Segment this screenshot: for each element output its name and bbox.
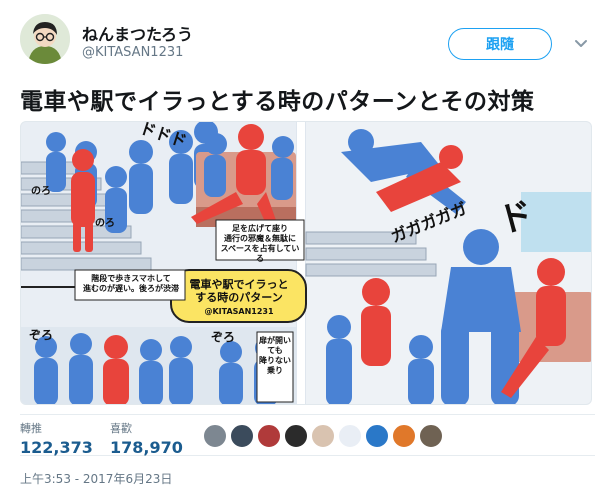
door-note: 扉が開いても 降りない乗り xyxy=(259,336,291,375)
manga-illustration xyxy=(21,122,591,404)
liker-avatar[interactable] xyxy=(365,424,389,448)
user-avatar[interactable] xyxy=(20,14,70,64)
like-count: 178,970 xyxy=(110,438,183,457)
follow-button[interactable]: 跟隨 xyxy=(448,28,552,60)
tweet-media-image[interactable]: ドドド のろ のろ 階段で歩きスマホして 進むのが遅い。後ろが渋滞 足を広げて座… xyxy=(20,121,592,405)
zoro-text-1: ぞろ xyxy=(29,328,54,342)
liker-avatar[interactable] xyxy=(203,424,227,448)
tweet-header: ねんまつたろう @KITASAN1231 跟隨 xyxy=(20,14,595,74)
display-name[interactable]: ねんまつたろう xyxy=(82,21,193,45)
retweet-count: 122,373 xyxy=(20,438,93,457)
stairs-note: 階段で歩きスマホして 進むのが遅い。後ろが渋滞 xyxy=(83,274,179,293)
noro-text-2: のろ xyxy=(95,218,115,229)
liker-avatar[interactable] xyxy=(392,424,416,448)
retweet-label: 轉推 xyxy=(20,422,42,435)
liker-avatar[interactable] xyxy=(284,424,308,448)
seat-note: 足を広げて座り 通行の邪魔＆無駄に スペースを占有している xyxy=(220,224,300,263)
tweet-timestamp[interactable]: 上午3:53 - 2017年6月23日 xyxy=(20,470,172,487)
liker-avatar[interactable] xyxy=(257,424,281,448)
engagement-stats: 轉推 122,373 喜歡 178,970 xyxy=(20,414,595,457)
noro-text-1: のろ xyxy=(31,186,51,197)
chevron-down-icon[interactable] xyxy=(572,34,590,52)
liker-avatar[interactable] xyxy=(230,424,254,448)
title-badge-credit: @KITASAN1231 xyxy=(204,307,274,316)
liker-avatar[interactable] xyxy=(419,424,443,448)
retweet-stat[interactable]: 轉推 122,373 xyxy=(20,420,93,457)
title-badge-text: 電車や駅でイラっと する時のパターン xyxy=(189,278,289,304)
tweet-text: 電車や駅でイラっとする時のパターンとその対策 xyxy=(20,89,535,115)
liker-avatar[interactable] xyxy=(338,424,362,448)
liker-avatar[interactable] xyxy=(311,424,335,448)
zoro-text-2: ぞろ xyxy=(211,330,236,344)
like-label: 喜歡 xyxy=(110,422,132,435)
like-stat[interactable]: 喜歡 178,970 xyxy=(110,420,183,457)
user-handle[interactable]: @KITASAN1231 xyxy=(82,45,183,60)
